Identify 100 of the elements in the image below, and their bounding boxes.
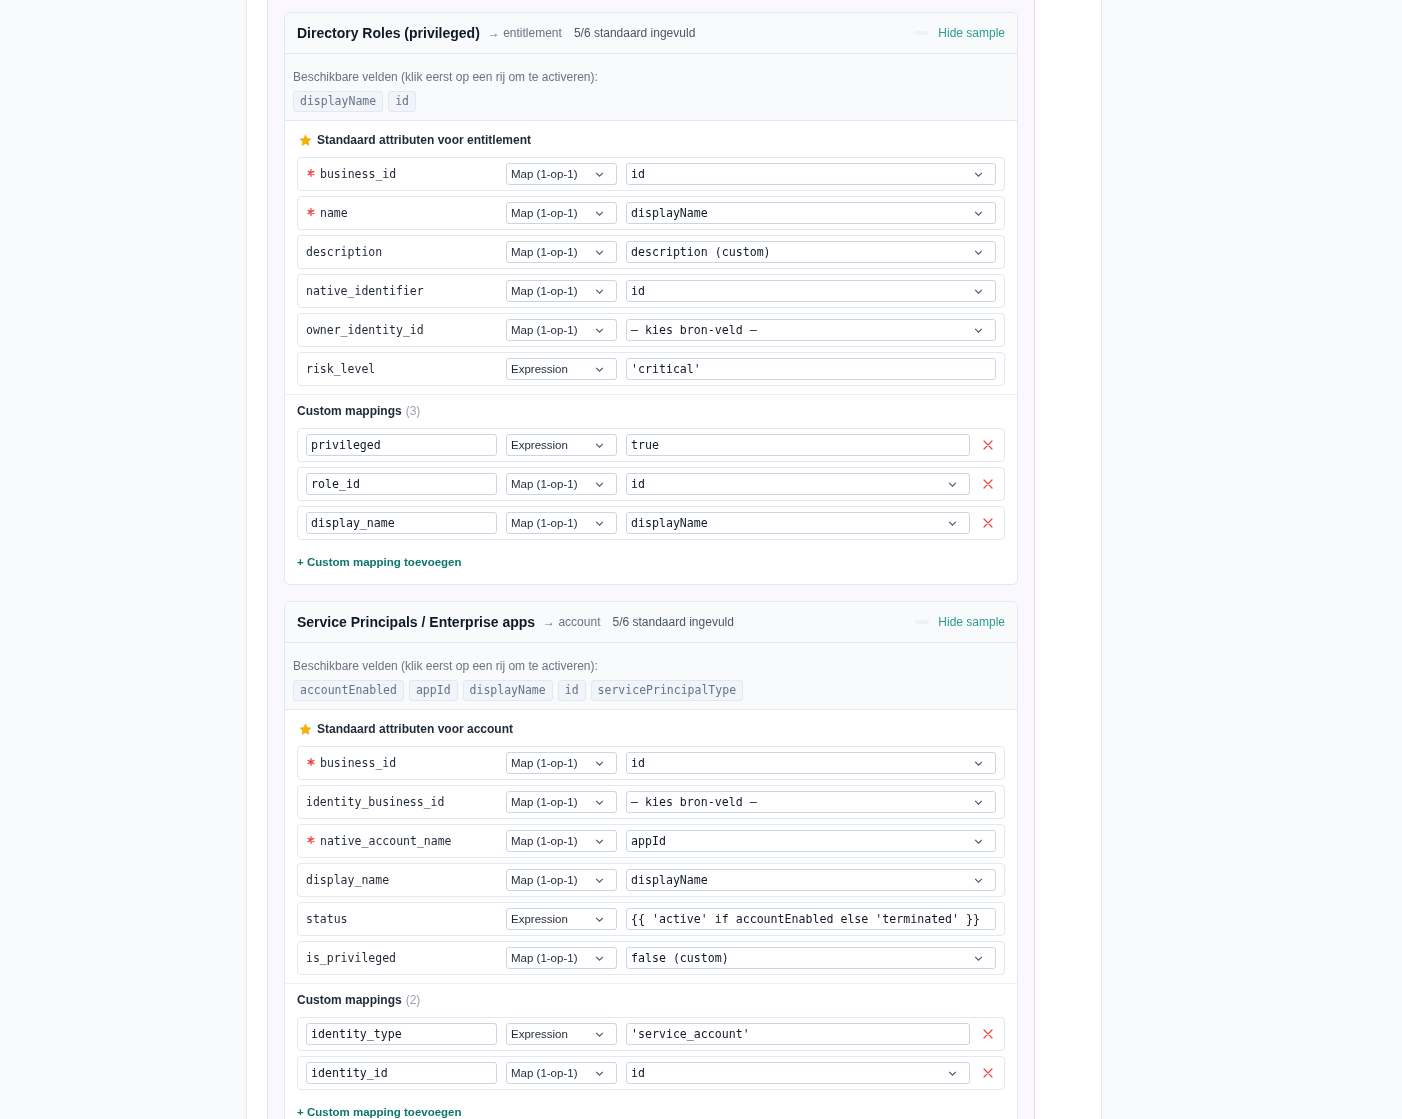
chevron-down-icon bbox=[974, 760, 983, 766]
attribute-name: display_name bbox=[306, 873, 390, 887]
chevron-down-icon bbox=[948, 481, 957, 487]
filled-count: 5/6 standaard ingevuld bbox=[573, 26, 696, 40]
target-type: → account bbox=[543, 615, 601, 629]
chevron-down-icon bbox=[595, 442, 604, 448]
chevron-down-icon bbox=[974, 210, 983, 216]
source-select[interactable]: false (custom) bbox=[626, 947, 996, 969]
mode-select[interactable]: Expression bbox=[506, 434, 617, 456]
chevron-down-icon bbox=[595, 520, 604, 526]
expression-field[interactable]: true bbox=[626, 434, 970, 456]
close-icon bbox=[982, 479, 993, 489]
chevron-down-icon bbox=[948, 520, 957, 526]
chevron-down-icon bbox=[595, 838, 604, 844]
mapping-count: (2) bbox=[405, 993, 421, 1007]
attribute-name: native_account_name bbox=[320, 834, 452, 848]
mode-select[interactable]: Expression bbox=[506, 358, 617, 380]
target-type: → entitlement bbox=[487, 26, 562, 40]
mode-select[interactable]: Expression bbox=[506, 908, 617, 930]
chevron-down-icon bbox=[595, 366, 604, 372]
sample-field[interactable]: displayName bbox=[293, 91, 384, 112]
sample-hint: Beschikbare velden (klik eerst op een rij om te activeren): bbox=[293, 659, 599, 674]
mode-select[interactable]: Map (1-op-1) bbox=[506, 241, 617, 263]
attribute-name: status bbox=[306, 912, 348, 926]
name-field[interactable]: identity_type bbox=[306, 1023, 497, 1045]
mode-select[interactable]: Map (1-op-1) bbox=[506, 319, 617, 341]
chevron-down-icon bbox=[595, 1070, 604, 1076]
chevron-down-icon bbox=[595, 955, 604, 961]
chevron-down-icon bbox=[595, 210, 604, 216]
section-title: Directory Roles (privileged) bbox=[297, 25, 480, 41]
sample-field[interactable]: accountEnabled bbox=[293, 680, 404, 701]
attribute-name: owner_identity_id bbox=[306, 323, 424, 337]
attribute-name: native_identifier bbox=[306, 284, 424, 298]
close-icon bbox=[982, 440, 993, 450]
chevron-down-icon bbox=[595, 760, 604, 766]
name-field[interactable]: display_name bbox=[306, 512, 497, 534]
section-heading: Standaard attributen voor account bbox=[317, 722, 514, 736]
attribute-name: name bbox=[320, 206, 348, 220]
chevron-down-icon bbox=[974, 249, 983, 255]
chevron-down-icon bbox=[974, 877, 983, 883]
add-mapping-link[interactable]: + Custom mapping toevoegen bbox=[297, 1105, 462, 1119]
expression-field[interactable]: 'critical' bbox=[626, 358, 996, 380]
sample-field[interactable]: id bbox=[557, 680, 586, 701]
attribute-name: identity_business_id bbox=[306, 795, 445, 809]
name-field[interactable]: identity_id bbox=[306, 1062, 497, 1084]
close-icon bbox=[982, 518, 993, 528]
mode-select[interactable]: Map (1-op-1) bbox=[506, 202, 617, 224]
section-heading: Standaard attributen voor entitlement bbox=[317, 133, 532, 147]
attribute-name: business_id bbox=[320, 167, 397, 181]
chevron-down-icon bbox=[974, 171, 983, 177]
section-heading: Custom mappings bbox=[297, 404, 402, 418]
mode-select[interactable]: Map (1-op-1) bbox=[506, 1062, 617, 1084]
sample-field[interactable]: appId bbox=[408, 680, 458, 701]
source-select[interactable]: — kies bron-veld — bbox=[626, 319, 996, 341]
add-mapping-link[interactable]: + Custom mapping toevoegen bbox=[297, 555, 462, 569]
source-select[interactable]: id bbox=[626, 752, 996, 774]
chevron-down-icon bbox=[595, 171, 604, 177]
chevron-down-icon bbox=[595, 877, 604, 883]
source-select[interactable]: displayName bbox=[626, 202, 996, 224]
source-select[interactable]: description (custom) bbox=[626, 241, 996, 263]
mode-select[interactable]: Map (1-op-1) bbox=[506, 869, 617, 891]
source-select[interactable]: — kies bron-veld — bbox=[626, 791, 996, 813]
expression-field[interactable]: {{ 'active' if accountEnabled else 'terminated' }} bbox=[626, 908, 996, 930]
sample-field[interactable]: displayName bbox=[462, 680, 553, 701]
source-select[interactable]: appId bbox=[626, 830, 996, 852]
mode-select[interactable]: Map (1-op-1) bbox=[506, 947, 617, 969]
sample-field[interactable]: servicePrincipalType bbox=[590, 680, 744, 701]
sample-hint: Beschikbare velden (klik eerst op een rij om te activeren): bbox=[293, 70, 599, 85]
attribute-name: description bbox=[306, 245, 383, 259]
name-field[interactable]: privileged bbox=[306, 434, 497, 456]
mode-select[interactable]: Map (1-op-1) bbox=[506, 512, 617, 534]
sample-field[interactable]: id bbox=[388, 91, 417, 112]
mode-select[interactable]: Map (1-op-1) bbox=[506, 752, 617, 774]
close-icon bbox=[982, 1068, 993, 1078]
source-select[interactable]: id bbox=[626, 473, 970, 495]
mode-select[interactable]: Map (1-op-1) bbox=[506, 163, 617, 185]
source-select[interactable]: id bbox=[626, 163, 996, 185]
section-heading: Custom mappings bbox=[297, 993, 402, 1007]
expression-field[interactable]: 'service_account' bbox=[626, 1023, 970, 1045]
mapping-count: (3) bbox=[405, 404, 421, 418]
mode-select[interactable]: Map (1-op-1) bbox=[506, 473, 617, 495]
source-select[interactable]: id bbox=[626, 280, 996, 302]
source-select[interactable]: id bbox=[626, 1062, 970, 1084]
chevron-down-icon bbox=[974, 838, 983, 844]
chevron-down-icon bbox=[595, 327, 604, 333]
mode-select[interactable]: Map (1-op-1) bbox=[506, 280, 617, 302]
mode-select[interactable]: Map (1-op-1) bbox=[506, 791, 617, 813]
attribute-name: business_id bbox=[320, 756, 397, 770]
name-field[interactable]: role_id bbox=[306, 473, 497, 495]
chevron-down-icon bbox=[595, 1031, 604, 1037]
mode-select[interactable]: Expression bbox=[506, 1023, 617, 1045]
section-title: Service Principals / Enterprise apps bbox=[297, 614, 536, 630]
attribute-name: is_privileged bbox=[306, 951, 396, 965]
mode-select[interactable]: Map (1-op-1) bbox=[506, 830, 617, 852]
chevron-down-icon bbox=[974, 955, 983, 961]
attribute-name: risk_level bbox=[306, 362, 376, 376]
chevron-down-icon bbox=[595, 799, 604, 805]
source-select[interactable]: displayName bbox=[626, 869, 996, 891]
chevron-down-icon bbox=[595, 481, 604, 487]
source-select[interactable]: displayName bbox=[626, 512, 970, 534]
